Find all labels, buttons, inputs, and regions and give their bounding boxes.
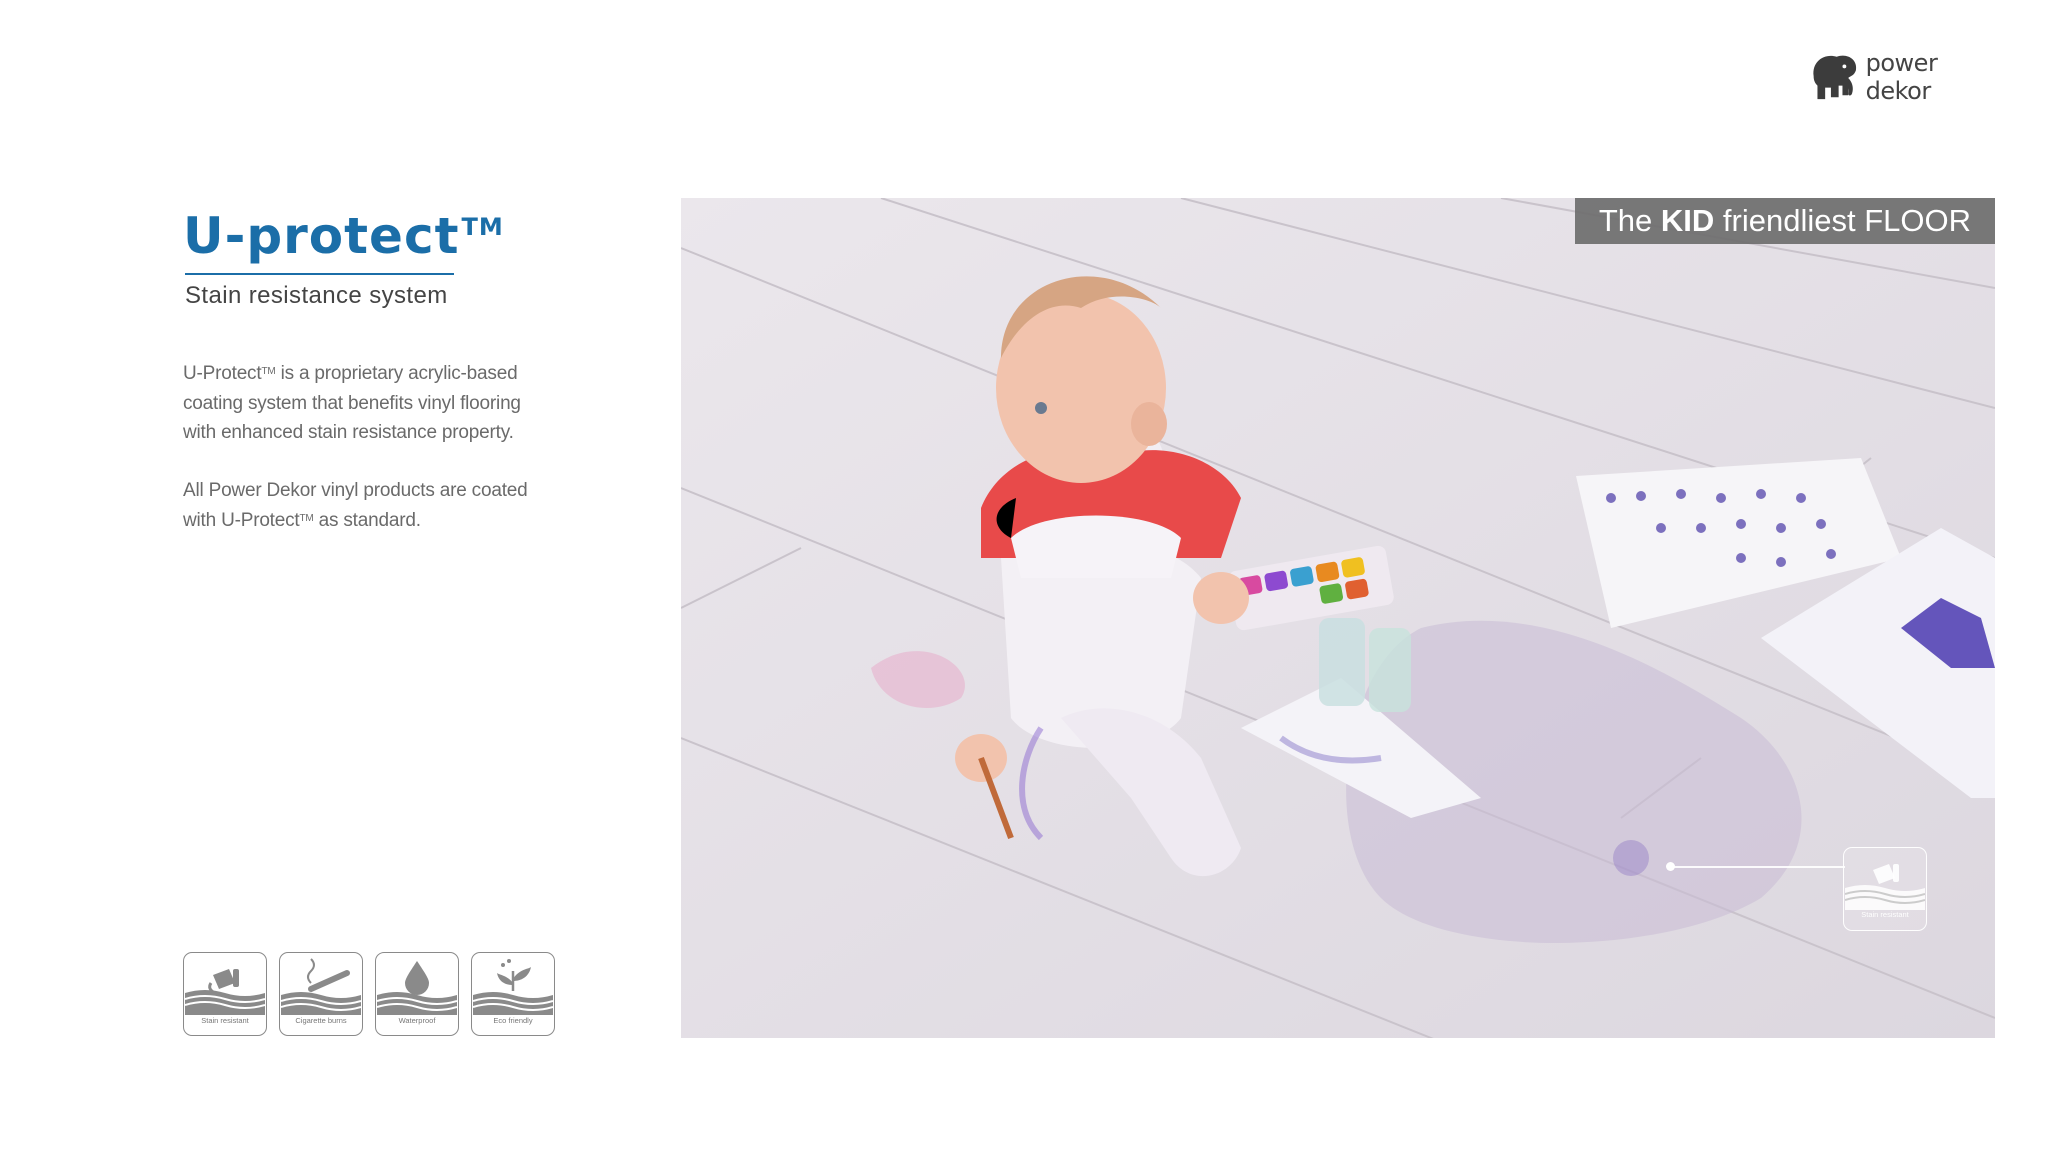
feature-label: Eco friendly [493, 1016, 533, 1025]
photo-banner: The KID friendliest FLOOR [1574, 198, 1995, 244]
title-text: U-protect [183, 207, 460, 265]
banner-highlight: KID [1660, 203, 1715, 238]
stain-resistant-icon [1845, 864, 1925, 910]
callout-line [1670, 866, 1845, 868]
banner-text: friendliest FLOOR [1714, 203, 1971, 238]
standard-text: All Power Dekor vinyl products are coate… [183, 480, 528, 501]
feature-label: Cigarette burns [295, 1016, 347, 1025]
feature-label: Waterproof [398, 1016, 436, 1025]
leaf-icon [473, 959, 553, 1015]
stain-resistant-icon [185, 969, 265, 1015]
elephant-icon [1813, 55, 1857, 100]
title-underline [185, 273, 454, 275]
product-name: with U-Protect [183, 509, 300, 531]
callout-stain-resistant: Stain resistant [1843, 847, 1927, 931]
feature-eco-friendly: Eco friendly [471, 952, 555, 1036]
page-title: U-protectTM [183, 207, 504, 265]
description-text: coating system that benefits vinyl floor… [183, 392, 521, 414]
feature-waterproof: Waterproof [375, 952, 459, 1036]
trademark-mark: TM [299, 512, 314, 524]
logo-text: power dekor [1865, 49, 1938, 105]
description-paragraph: U-ProtectTM is a proprietary acrylic-bas… [183, 359, 563, 448]
floor-photo-scene [681, 198, 1995, 1038]
feature-icon-row: Stain resistant Cigarette burns Waterpro… [183, 952, 555, 1036]
product-name: U-Protect [183, 363, 262, 384]
feature-label: Stain resistant [201, 1016, 249, 1025]
trademark-mark: TM [461, 213, 504, 241]
page-subtitle: Stain resistance system [185, 282, 448, 309]
hero-photo: The KID friendliest FLOOR Stain resistan… [681, 198, 1995, 1038]
callout-dot [1666, 862, 1675, 871]
description-text: with enhanced stain resistance property. [183, 422, 514, 443]
feature-stain-resistant: Stain resistant [183, 952, 267, 1036]
brand-logo: power dekor [1804, 44, 2004, 110]
water-drop-icon [377, 961, 457, 1015]
standard-paragraph: All Power Dekor vinyl products are coate… [183, 476, 563, 535]
description-text: is a proprietary acrylic-based [275, 363, 518, 384]
feature-cigarette-burns: Cigarette burns [279, 952, 363, 1036]
trademark-mark: TM [261, 366, 276, 377]
callout-label: Stain resistant [1861, 910, 1909, 919]
standard-text: as standard. [313, 509, 421, 531]
cigarette-icon [281, 958, 361, 1015]
banner-text: The [1598, 203, 1661, 238]
